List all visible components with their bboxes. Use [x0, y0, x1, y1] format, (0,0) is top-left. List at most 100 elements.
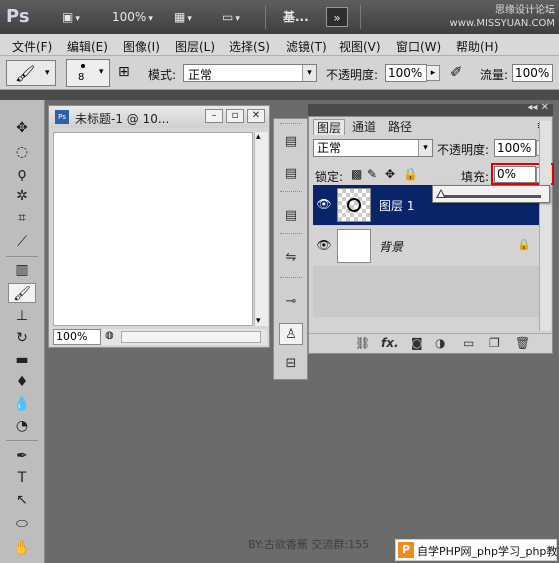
adjustments-panel-icon[interactable]: ⇋	[279, 247, 303, 269]
opacity-slider-button[interactable]: ▸	[426, 65, 440, 81]
history-brush-tool-icon[interactable]: ↻	[8, 328, 36, 348]
lasso-tool-icon[interactable]: ϙ	[8, 164, 36, 184]
chevron-down-icon: ▾	[45, 68, 50, 78]
brush-presets-panel-icon[interactable]: ⊸	[279, 291, 303, 313]
actions-panel-icon[interactable]: ▤	[279, 163, 303, 185]
menu-bar: 文件(F) 编辑(E) 图像(I) 图层(L) 选择(S) 滤镜(T) 视图(V…	[0, 34, 559, 56]
marquee-tool-icon[interactable]: ◌	[8, 142, 36, 162]
pen-tool-icon[interactable]: ✒	[8, 446, 36, 466]
blend-mode-select[interactable]: 正常 ▾	[313, 139, 433, 157]
shape-tool-icon[interactable]: ⬭	[8, 514, 36, 534]
panel-strip	[0, 90, 559, 100]
menu-help[interactable]: 帮助(H)	[456, 38, 498, 55]
link-icon[interactable]: ⛓	[355, 336, 370, 350]
opacity-label: 不透明度:	[326, 68, 379, 82]
fill-slider-thumb[interactable]	[436, 189, 446, 198]
brush-picker[interactable]: 8 ▾	[66, 59, 110, 87]
lock-all-icon[interactable]: 🔒	[403, 167, 418, 181]
arrange-documents-icon[interactable]: ▦	[174, 7, 192, 27]
vertical-scrollbar[interactable]: ▴ ▾	[254, 132, 268, 326]
group-icon[interactable]: ▭	[463, 336, 474, 350]
mode-value: 正常	[188, 68, 213, 82]
move-tool-icon[interactable]: ✥	[8, 118, 36, 138]
credits-text: BY:古欲香蕉 交流群:155	[248, 538, 370, 551]
tab-channels[interactable]: 通道	[349, 119, 379, 135]
workspace-switcher[interactable]: 基...	[283, 7, 309, 27]
layers-footer: ⛓ fx. ◙ ◑ ▭ ❐ 🗑	[309, 333, 552, 353]
paint-bucket-tool-icon[interactable]: ♦	[8, 372, 36, 392]
type-tool-icon[interactable]: T	[8, 468, 36, 488]
fill-label: 填充:	[461, 170, 490, 184]
menu-layer[interactable]: 图层(L)	[175, 38, 215, 55]
adjustment-icon[interactable]: ◑	[435, 336, 445, 350]
collapse-panel-icon[interactable]: ◂◂ ✕	[527, 102, 549, 113]
layers-scrollbar[interactable]	[539, 121, 551, 331]
minimize-button[interactable]: –	[205, 109, 223, 123]
clone-source-panel-icon[interactable]: ♙	[279, 323, 303, 345]
layer-row-background[interactable]: 👁 背景 🔒	[313, 226, 539, 266]
history-panel-icon[interactable]: ▤	[279, 131, 303, 153]
zoom-level-dropdown[interactable]: 100%	[112, 7, 153, 27]
lock-pixels-icon[interactable]: ✎	[367, 167, 377, 181]
scroll-up-icon[interactable]: ▴	[256, 132, 261, 142]
fill-input[interactable]: 0%	[494, 166, 536, 183]
visibility-eye-icon[interactable]: 👁	[315, 236, 333, 254]
dodge-tool-icon[interactable]: ◔	[8, 416, 36, 436]
tool-preset-picker[interactable]: 🖌 ▾	[6, 60, 56, 86]
crop-tool-icon[interactable]: ⌗	[8, 208, 36, 228]
trash-icon[interactable]: 🗑	[515, 336, 530, 350]
brush-size: 8	[78, 72, 85, 83]
mode-select[interactable]: 正常 ▾	[183, 64, 317, 82]
new-layer-icon[interactable]: ❐	[489, 336, 500, 350]
workspace-overflow-button[interactable]: »	[326, 7, 348, 27]
close-button[interactable]: ✕	[247, 109, 265, 123]
menu-filter[interactable]: 滤镜(T)	[286, 38, 327, 55]
lock-transparency-icon[interactable]: ▩	[351, 167, 362, 181]
scroll-down-icon[interactable]: ▾	[256, 316, 261, 326]
path-selection-tool-icon[interactable]: ↖	[8, 490, 36, 510]
layers-list: 👁 图层 1 👁 背景 🔒	[313, 185, 539, 317]
tab-paths[interactable]: 路径	[385, 119, 415, 135]
clone-stamp-tool-icon[interactable]: ⊥	[8, 306, 36, 326]
tab-layers[interactable]: 图层	[313, 119, 346, 135]
document-zoom-field[interactable]: 100%	[53, 329, 101, 345]
fx-icon[interactable]: fx.	[381, 336, 399, 350]
fill-slider-popup	[432, 185, 550, 203]
tool-presets-panel-icon[interactable]: ⊟	[279, 353, 303, 375]
status-info-icon[interactable]: ◍	[105, 330, 114, 341]
menu-image[interactable]: 图像(I)	[123, 38, 160, 55]
healing-brush-tool-icon[interactable]: ▥	[8, 260, 36, 280]
lock-position-icon[interactable]: ✥	[385, 167, 395, 181]
launch-bridge-icon[interactable]: ▣	[62, 7, 80, 27]
mode-label: 模式:	[148, 68, 177, 82]
mask-icon[interactable]: ◙	[411, 336, 423, 350]
brush-panel-icon[interactable]: ⊞	[118, 64, 130, 80]
flow-input[interactable]: 100%	[512, 64, 553, 82]
menu-window[interactable]: 窗口(W)	[396, 38, 441, 55]
airbrush-icon[interactable]: ✐	[450, 63, 463, 81]
eraser-tool-icon[interactable]: ▬	[8, 350, 36, 370]
blur-tool-icon[interactable]: 💧	[8, 394, 36, 414]
swatches-panel-icon[interactable]: ▤	[279, 205, 303, 227]
hand-tool-icon[interactable]: ✋	[8, 538, 36, 558]
menu-view[interactable]: 视图(V)	[339, 38, 381, 55]
magic-wand-tool-icon[interactable]: ✲	[8, 186, 36, 206]
maximize-button[interactable]: ▫	[226, 109, 244, 123]
screen-mode-icon[interactable]: ▭	[222, 7, 240, 27]
document-title-bar[interactable]: Ps 未标题-1 @ 10... – ▫ ✕	[49, 106, 269, 128]
brush-tool-icon[interactable]: 🖌	[8, 283, 36, 303]
horizontal-scrollbar[interactable]	[121, 331, 261, 343]
eyedropper-tool-icon[interactable]: ⟋	[8, 232, 36, 252]
layer-name[interactable]: 背景	[379, 238, 403, 255]
document-title: 未标题-1 @ 10...	[75, 112, 170, 126]
menu-select[interactable]: 选择(S)	[229, 38, 270, 55]
opacity-input[interactable]: 100%	[385, 64, 427, 82]
document-canvas[interactable]	[53, 132, 253, 326]
fill-slider-track[interactable]	[441, 195, 541, 198]
layer-name[interactable]: 图层 1	[379, 197, 414, 214]
visibility-eye-icon[interactable]: 👁	[315, 195, 333, 213]
menu-file[interactable]: 文件(F)	[12, 38, 52, 55]
layer-opacity-input[interactable]: 100%	[494, 139, 536, 157]
menu-edit[interactable]: 编辑(E)	[67, 38, 108, 55]
lock-label: 锁定:	[315, 170, 344, 184]
